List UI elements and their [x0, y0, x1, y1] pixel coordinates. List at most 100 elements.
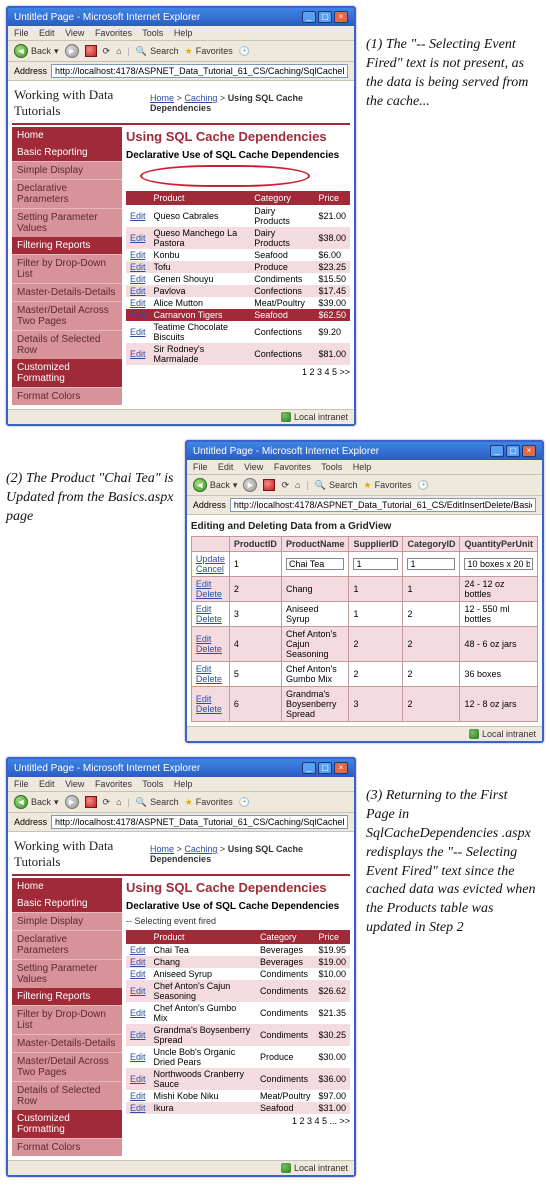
favorites-button[interactable]: ★ Favorites — [364, 480, 412, 491]
delete-link[interactable]: Delete — [196, 644, 222, 654]
nav-header[interactable]: Home — [12, 127, 122, 144]
name-input[interactable] — [286, 558, 345, 570]
minimize-button[interactable]: _ — [302, 762, 316, 774]
edit-link[interactable]: Edit — [130, 1091, 146, 1101]
home-button[interactable]: ⌂ — [295, 480, 300, 490]
nav-item[interactable]: Simple Display — [12, 912, 122, 930]
close-button[interactable]: × — [522, 445, 536, 457]
nav-item[interactable]: Master-Details-Details — [12, 283, 122, 301]
nav-item[interactable]: Setting Parameter Values — [12, 959, 122, 988]
edit-link[interactable]: Edit — [196, 694, 212, 704]
update-link[interactable]: Update — [196, 554, 225, 564]
edit-link[interactable]: Edit — [130, 298, 146, 308]
edit-link[interactable]: Edit — [130, 986, 146, 996]
delete-link[interactable]: Delete — [196, 674, 222, 684]
nav-item[interactable]: Simple Display — [12, 161, 122, 179]
refresh-button[interactable]: ⟳ — [103, 797, 111, 808]
favorites-button[interactable]: ★ Favorites — [185, 46, 233, 57]
edit-link[interactable]: Edit — [130, 286, 146, 296]
delete-link[interactable]: Delete — [196, 589, 222, 599]
menu-view[interactable]: View — [65, 779, 84, 789]
address-input[interactable] — [51, 64, 348, 78]
favorites-button[interactable]: ★ Favorites — [185, 797, 233, 808]
cancel-link[interactable]: Cancel — [196, 564, 224, 574]
edit-link[interactable]: Edit — [130, 327, 146, 337]
nav-item[interactable]: Master/Detail Across Two Pages — [12, 1052, 122, 1081]
back-button[interactable]: ◄Back ▾ — [14, 795, 59, 809]
menu-favorites[interactable]: Favorites — [95, 779, 132, 789]
nav-item[interactable]: Details of Selected Row — [12, 1081, 122, 1110]
menu-help[interactable]: Help — [353, 462, 372, 472]
delete-link[interactable]: Delete — [196, 614, 222, 624]
history-icon[interactable]: 🕑 — [239, 797, 250, 808]
pager[interactable]: 1 2 3 4 5 ... >> — [126, 1116, 350, 1126]
menu-file[interactable]: File — [193, 462, 208, 472]
close-button[interactable]: × — [334, 11, 348, 23]
nav-item[interactable]: Filter by Drop-Down List — [12, 254, 122, 283]
edit-link[interactable]: Edit — [130, 233, 146, 243]
maximize-button[interactable]: ▢ — [506, 445, 520, 457]
nav-item[interactable]: Declarative Parameters — [12, 930, 122, 959]
edit-link[interactable]: Edit — [130, 1074, 146, 1084]
nav-header[interactable]: Home — [12, 878, 122, 895]
address-input[interactable] — [51, 815, 348, 829]
nav-item[interactable]: Setting Parameter Values — [12, 208, 122, 237]
supplier-input[interactable] — [353, 558, 398, 570]
nav-header[interactable]: Filtering Reports — [12, 237, 122, 254]
search-button[interactable]: 🔍 Search — [136, 46, 179, 57]
edit-link[interactable]: Edit — [130, 250, 146, 260]
home-button[interactable]: ⌂ — [116, 46, 121, 56]
menu-tools[interactable]: Tools — [321, 462, 342, 472]
edit-link[interactable]: Edit — [196, 634, 212, 644]
forward-button[interactable]: ► — [65, 795, 79, 809]
menu-edit[interactable]: Edit — [39, 779, 55, 789]
qty-input[interactable] — [464, 558, 533, 570]
maximize-button[interactable]: ▢ — [318, 11, 332, 23]
edit-link[interactable]: Edit — [130, 1052, 146, 1062]
menu-view[interactable]: View — [65, 28, 84, 38]
history-icon[interactable]: 🕑 — [418, 480, 429, 491]
search-button[interactable]: 🔍 Search — [136, 797, 179, 808]
nav-item[interactable]: Master-Details-Details — [12, 1034, 122, 1052]
edit-link[interactable]: Edit — [196, 664, 212, 674]
nav-header[interactable]: Filtering Reports — [12, 988, 122, 1005]
nav-item[interactable]: Format Colors — [12, 387, 122, 405]
menu-file[interactable]: File — [14, 28, 29, 38]
edit-link[interactable]: Edit — [196, 579, 212, 589]
nav-header[interactable]: Basic Reporting — [12, 895, 122, 912]
crumb-home[interactable]: Home — [150, 844, 174, 854]
menu-favorites[interactable]: Favorites — [95, 28, 132, 38]
refresh-button[interactable]: ⟳ — [103, 46, 111, 57]
maximize-button[interactable]: ▢ — [318, 762, 332, 774]
edit-link[interactable]: Edit — [130, 310, 146, 320]
refresh-button[interactable]: ⟳ — [281, 480, 289, 491]
stop-button[interactable] — [263, 479, 275, 491]
nav-item[interactable]: Filter by Drop-Down List — [12, 1005, 122, 1034]
nav-item[interactable]: Declarative Parameters — [12, 179, 122, 208]
nav-item[interactable]: Master/Detail Across Two Pages — [12, 301, 122, 330]
edit-link[interactable]: Edit — [130, 274, 146, 284]
nav-header[interactable]: Customized Formatting — [12, 359, 122, 387]
menu-favorites[interactable]: Favorites — [274, 462, 311, 472]
edit-link[interactable]: Edit — [130, 349, 146, 359]
edit-link[interactable]: Edit — [130, 969, 146, 979]
edit-link[interactable]: Edit — [130, 211, 146, 221]
address-input[interactable] — [230, 498, 536, 512]
edit-link[interactable]: Edit — [130, 262, 146, 272]
edit-link[interactable]: Edit — [130, 1030, 146, 1040]
nav-header[interactable]: Customized Formatting — [12, 1110, 122, 1138]
menu-tools[interactable]: Tools — [142, 28, 163, 38]
minimize-button[interactable]: _ — [490, 445, 504, 457]
history-icon[interactable]: 🕑 — [239, 46, 250, 57]
forward-button[interactable]: ► — [65, 44, 79, 58]
menu-edit[interactable]: Edit — [218, 462, 234, 472]
menu-tools[interactable]: Tools — [142, 779, 163, 789]
minimize-button[interactable]: _ — [302, 11, 316, 23]
close-button[interactable]: × — [334, 762, 348, 774]
nav-item[interactable]: Format Colors — [12, 1138, 122, 1156]
forward-button[interactable]: ► — [243, 478, 257, 492]
menu-help[interactable]: Help — [174, 779, 193, 789]
stop-button[interactable] — [85, 45, 97, 57]
stop-button[interactable] — [85, 796, 97, 808]
back-button[interactable]: ◄Back ▾ — [14, 44, 59, 58]
